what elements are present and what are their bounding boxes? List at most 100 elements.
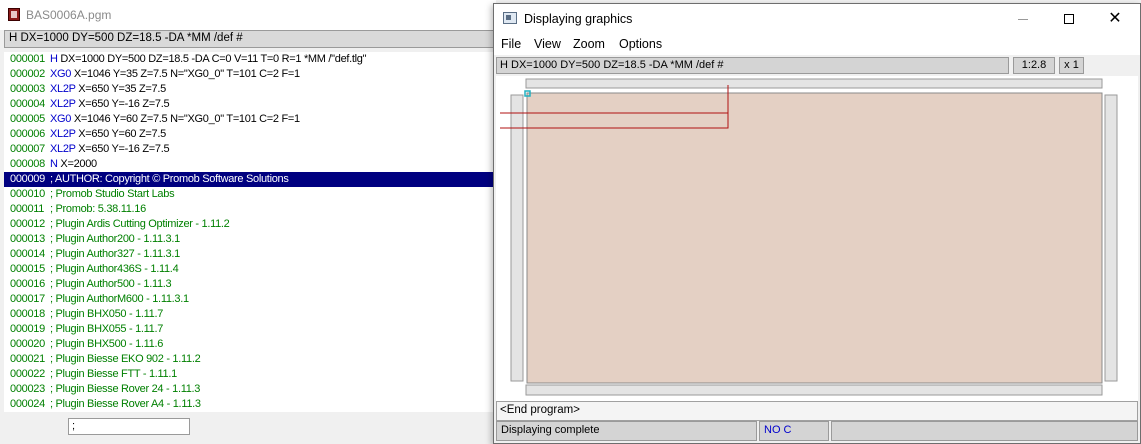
line-number: 000005 [10,113,45,125]
line-number: 000012 [10,218,45,230]
command-header: H DX=1000 DY=500 DZ=18.5 -DA *MM /def # [496,57,1009,74]
line-number: 000015 [10,263,45,275]
graphics-canvas[interactable] [496,76,1138,401]
editor-title: BAS0006A.pgm [26,8,112,22]
editor-titlebar[interactable]: BAS0006A.pgm [0,0,496,30]
code-line[interactable]: 000023 ; Plugin Biesse Rover 24 - 1.11.3 [4,382,496,397]
code-line[interactable]: 000020 ; Plugin BHX500 - 1.11.6 [4,337,496,352]
code-line[interactable]: 000022 ; Plugin Biesse FTT - 1.11.1 [4,367,496,382]
line-number: 000009 [10,173,45,185]
minimize-icon [1018,19,1028,20]
code-line[interactable]: 000016 ; Plugin Author500 - 1.11.3 [4,277,496,292]
code-text: X=650 Y=35 Z=7.5 [75,83,166,95]
code-line[interactable]: 000015 ; Plugin Author436S - 1.11.4 [4,262,496,277]
code-text: ; Promob: 5.38.11.16 [50,203,146,215]
code-line[interactable]: 000018 ; Plugin BHX050 - 1.11.7 [4,307,496,322]
code-text: ; Plugin Author436S - 1.11.4 [50,263,179,275]
line-number: 000014 [10,248,45,260]
line-number: 000020 [10,338,45,350]
line-number: 000010 [10,188,45,200]
code-text: X=650 Y=60 Z=7.5 [75,128,166,140]
code-line[interactable]: 000006 XL2P X=650 Y=60 Z=7.5 [4,127,496,142]
code-line[interactable]: 000005 XG0 X=1046 Y=60 Z=7.5 N="XG0_0" T=… [4,112,496,127]
close-icon: ✕ [1108,10,1122,27]
code-text: ; Plugin Author500 - 1.11.3 [50,278,172,290]
line-number: 000004 [10,98,45,110]
code-line[interactable]: 000024 ; Plugin Biesse Rover A4 - 1.11.3 [4,397,496,412]
info-bar: H DX=1000 DY=500 DZ=18.5 -DA *MM /def # … [496,57,1138,74]
minimize-button[interactable] [1000,4,1046,34]
menu-zoom[interactable]: Zoom [573,37,605,51]
code-line[interactable]: 000012 ; Plugin Ardis Cutting Optimizer -… [4,217,496,232]
close-button[interactable]: ✕ [1092,4,1138,34]
code-line[interactable]: 000001 H DX=1000 DY=500 DZ=18.5 -DA C=0 V… [4,52,496,67]
maximize-button[interactable] [1046,4,1092,34]
code-text: ; Plugin AuthorM600 - 1.11.3.1 [50,293,189,305]
panel [526,92,1103,384]
code-line[interactable]: 000013 ; Plugin Author200 - 1.11.3.1 [4,232,496,247]
command-input[interactable]: ; [68,418,190,435]
status-mode: NO C [759,421,829,441]
code-line[interactable]: 000008 N X=2000 [4,157,496,172]
code-keyword: XL2P [50,98,76,110]
line-number: 000007 [10,143,45,155]
multiplier-readout: x 1 [1059,57,1084,74]
code-text: ; Promob Studio Start Labs [50,188,175,200]
code-list[interactable]: 000001 H DX=1000 DY=500 DZ=18.5 -DA C=0 V… [4,52,496,412]
line-number: 000024 [10,398,45,410]
code-line[interactable]: 000021 ; Plugin Biesse EKO 902 - 1.11.2 [4,352,496,367]
code-line[interactable]: 000019 ; Plugin BHX055 - 1.11.7 [4,322,496,337]
code-text: ; Plugin Ardis Cutting Optimizer - 1.11.… [50,218,230,230]
code-text: ; Plugin BHX055 - 1.11.7 [50,323,164,335]
left-strip [510,94,524,382]
code-text: ; Plugin Biesse Rover 24 - 1.11.3 [50,383,201,395]
line-number: 000008 [10,158,45,170]
graphics-window: Displaying graphics ✕ File View Zoom Opt… [493,3,1141,444]
code-line[interactable]: 000004 XL2P X=650 Y=-16 Z=7.5 [4,97,496,112]
code-keyword: H [50,53,58,65]
code-line[interactable]: 000017 ; Plugin AuthorM600 - 1.11.3.1 [4,292,496,307]
code-text: ; Plugin Author200 - 1.11.3.1 [50,233,180,245]
line-number: 000003 [10,83,45,95]
line-number: 000021 [10,353,45,365]
menu-file[interactable]: File [501,37,521,51]
code-line[interactable]: 000014 ; Plugin Author327 - 1.11.3.1 [4,247,496,262]
maximize-icon [1064,14,1074,24]
line-number: 000019 [10,323,45,335]
line-number: 000011 [10,203,45,215]
line-number: 000006 [10,128,45,140]
code-text: X=1046 Y=35 Z=7.5 N="XG0_0" T=101 C=2 F=… [71,68,300,80]
code-text: ; AUTHOR: Copyright © Promob Software So… [50,173,289,185]
right-strip [1104,94,1118,382]
code-line[interactable]: 000007 XL2P X=650 Y=-16 Z=7.5 [4,142,496,157]
status-text: Displaying complete [496,421,757,441]
graphics-titlebar[interactable]: Displaying graphics ✕ [494,4,1140,34]
status-bar: Displaying complete NO C [496,421,1138,441]
code-line[interactable]: 000009 ; AUTHOR: Copyright © Promob Softw… [4,172,496,187]
line-number: 000002 [10,68,45,80]
line-number: 000017 [10,293,45,305]
command-line[interactable]: <End program> [496,401,1138,421]
code-line[interactable]: 000003 XL2P X=650 Y=35 Z=7.5 [4,82,496,97]
window-icon [503,12,517,24]
code-keyword: N [50,158,58,170]
code-keyword: XG0 [50,68,72,80]
code-keyword: XL2P [50,128,76,140]
editor-window: BAS0006A.pgm H DX=1000 DY=500 DZ=18.5 -D… [0,0,496,444]
line-number: 000001 [10,53,45,65]
program-header: H DX=1000 DY=500 DZ=18.5 -DA *MM /def # [4,30,494,48]
menu-view[interactable]: View [534,37,561,51]
code-line[interactable]: 000002 XG0 X=1046 Y=35 Z=7.5 N="XG0_0" T=… [4,67,496,82]
drawing-svg [500,78,1118,396]
menu-options[interactable]: Options [619,37,662,51]
code-line[interactable]: 000010 ; Promob Studio Start Labs [4,187,496,202]
code-text: X=650 Y=-16 Z=7.5 [75,143,170,155]
code-text: ; Plugin BHX500 - 1.11.6 [50,338,164,350]
code-text: ; Plugin Biesse EKO 902 - 1.11.2 [50,353,201,365]
graphics-title: Displaying graphics [524,12,633,26]
code-text: X=1046 Y=60 Z=7.5 N="XG0_0" T=101 C=2 F=… [71,113,300,125]
code-line[interactable]: 000011 ; Promob: 5.38.11.16 [4,202,496,217]
code-keyword: XL2P [50,83,76,95]
line-number: 000022 [10,368,45,380]
code-text: ; Plugin Author327 - 1.11.3.1 [50,248,180,260]
